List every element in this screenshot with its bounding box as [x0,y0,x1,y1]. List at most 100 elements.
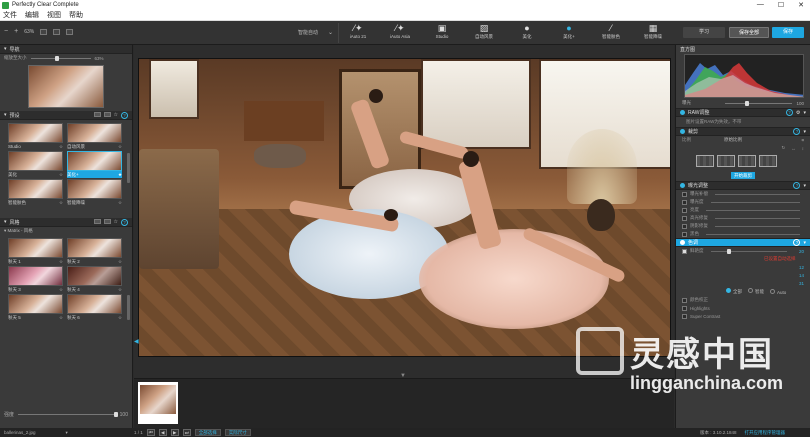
toolbar-item-iauto-asia[interactable]: ⁄✦ iAuto Asia [386,23,414,39]
toolbar-item-beautify-plus[interactable]: ● 美化+ [555,23,583,40]
menu-help[interactable]: 帮助 [69,10,83,20]
view-single-button[interactable] [40,28,48,35]
param-checkbox[interactable] [682,199,687,205]
look-thumb[interactable]: 秋天 5 ☆ [8,294,63,321]
look-thumb[interactable]: 秋天 6 ☆ [67,294,122,321]
learn-button[interactable]: 学习 [683,27,725,38]
param-checkbox[interactable] [682,191,687,197]
star-icon[interactable]: ☆ [118,199,122,206]
crop-icon[interactable]: ⌗ [801,138,804,143]
first-image-button[interactable]: ⏮ [146,429,155,436]
param-slider[interactable] [715,193,800,195]
navigator-header[interactable]: ▾ 导航 [0,45,132,54]
list-view-button[interactable] [103,218,111,224]
star-icon[interactable]: ☆ [118,258,122,265]
param-checkbox[interactable] [682,223,687,229]
menu-file[interactable]: 文件 [3,10,17,20]
minimize-button[interactable]: — [757,1,764,9]
main-photo[interactable] [138,58,671,357]
preset-thumb[interactable]: 智能降噪 ☆ [67,179,122,206]
help-icon[interactable]: ? [793,182,801,189]
help-icon[interactable]: ? [793,128,801,135]
slider-knob[interactable] [745,100,749,106]
navigator-thumbnail[interactable] [28,65,104,108]
strength-slider[interactable] [18,412,118,417]
zoom-in-button[interactable]: + [14,28,18,35]
param-slider[interactable] [710,201,800,203]
select-all-button[interactable]: 全部选择 [194,429,221,436]
crop-grid-option[interactable] [738,155,756,167]
help-icon[interactable]: ? [793,239,801,246]
navigator-zoom-slider[interactable] [30,55,91,61]
vibrance-checkbox[interactable] [682,248,687,254]
look-thumb[interactable]: 秋天 4 ☆ [67,266,122,293]
enabled-dot-icon[interactable] [680,129,685,134]
help-icon[interactable]: ? [121,218,128,226]
star-icon[interactable]: ☆ [59,258,63,265]
param-checkbox[interactable] [682,313,687,319]
prev-image-button[interactable]: ◀ [158,429,167,436]
toolbar-item-studio[interactable]: ▣ Studio [428,23,456,39]
grid-view-button[interactable] [93,218,101,224]
app-manager-link[interactable]: 打开应用程序管理器 [745,430,786,436]
grid-view-button[interactable] [93,111,101,117]
crop-grid-option[interactable] [696,155,714,167]
preset-thumb[interactable]: Studio ☆ [8,123,63,150]
look-thumb[interactable]: 秋天 2 ☆ [67,238,122,265]
crop-grid-option[interactable] [717,155,735,167]
star-filter-icon[interactable]: ☆ [114,112,118,119]
param-checkbox[interactable] [682,207,687,213]
flip-horizontal-icon[interactable]: ↔ [791,146,796,151]
star-icon[interactable]: ☆ [118,314,122,321]
collapse-arrow-icon[interactable]: ▾ [803,183,806,189]
help-icon[interactable]: ? [121,111,128,119]
mode-radio[interactable]: 全部 [726,288,742,295]
param-checkbox[interactable] [682,297,687,303]
toolbar-item-smart-skin[interactable]: ⁄ 智能肤色 [597,23,625,40]
list-view-button[interactable] [103,111,111,117]
mode-radio[interactable]: Auto [770,288,786,295]
looks-header[interactable]: ▾ 风格 ☆ ? [0,218,132,227]
param-checkbox[interactable] [682,215,687,221]
enabled-dot-icon[interactable] [680,110,685,115]
collapse-arrow-icon[interactable]: ▾ [803,240,806,246]
star-icon[interactable]: ☆ [59,314,63,321]
save-button[interactable]: 保存 [772,27,804,38]
param-checkbox[interactable] [682,231,687,237]
maximize-button[interactable]: ☐ [778,1,784,9]
star-icon[interactable]: ☆ [118,286,122,293]
star-icon[interactable]: ★ [118,171,122,178]
menu-edit[interactable]: 编辑 [25,10,39,20]
rotate-icon[interactable]: ↻ [781,145,785,151]
look-thumb[interactable]: 秋天 3 ☆ [8,266,63,293]
actual-size-button[interactable]: 实际尺寸 [224,429,251,436]
collapse-arrow-icon[interactable]: ▾ [803,129,806,135]
preset-thumb-selected[interactable]: 美化+ ★ [67,151,122,178]
save-all-button[interactable]: 保存全部 [729,27,769,38]
looks-category[interactable]: ▾ Matrix - 风格 [0,227,132,235]
filmstrip-thumb[interactable] [138,382,178,424]
view-split-button[interactable] [53,28,61,35]
star-filter-icon[interactable]: ☆ [114,219,118,226]
toolbar-item-smart-denoise[interactable]: ▦ 智能降噪 [639,23,667,40]
start-crop-button[interactable]: 开始裁剪 [731,172,755,179]
exposure-slider[interactable] [725,100,793,106]
star-icon[interactable]: ☆ [59,171,63,178]
vibrance-slider[interactable] [710,248,787,254]
toolbar-item-iauto21[interactable]: ⁄✦ iAuto 21 [344,23,372,39]
presets-scrollbar[interactable] [127,153,130,183]
crop-grid-option[interactable] [759,155,777,167]
view-compare-button[interactable] [66,28,74,35]
raw-section-header[interactable]: RAW调整 ? ⚙ ▾ [676,108,810,117]
flip-vertical-icon[interactable]: ↕ [802,146,804,151]
slider-knob[interactable] [113,412,118,417]
preset-thumb[interactable]: 自动风景 ☆ [67,123,122,150]
presets-header[interactable]: ▾ 预设 ☆ ? [0,111,132,120]
enabled-dot-icon[interactable] [680,183,685,188]
slider-knob[interactable] [726,248,731,254]
gear-icon[interactable]: ⚙ [796,110,800,116]
param-checkbox[interactable] [682,305,687,311]
exposure-section-header[interactable]: 曝光调整 ? ▾ [676,181,810,190]
look-thumb[interactable]: 秋天 1 ☆ [8,238,63,265]
star-icon[interactable]: ☆ [59,199,63,206]
